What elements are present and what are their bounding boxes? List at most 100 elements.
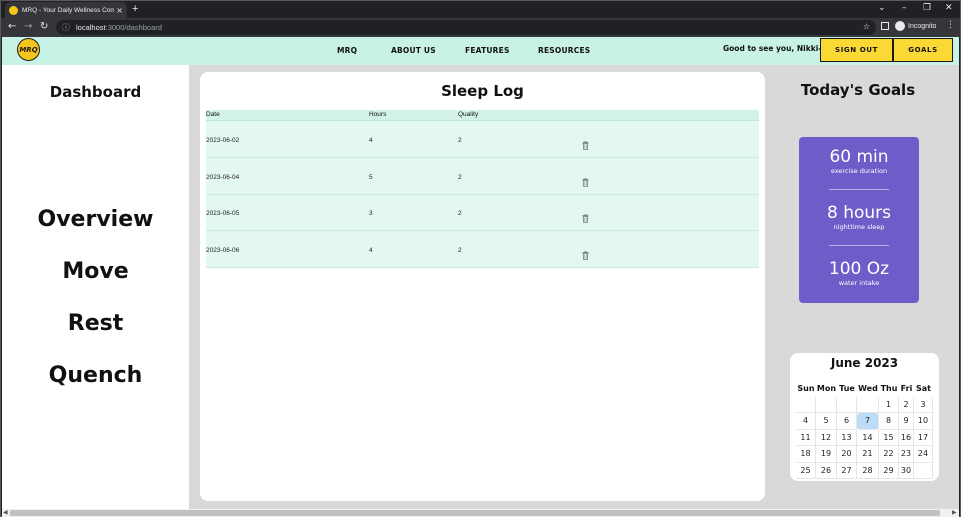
calendar-day[interactable]: 11 [796,429,816,446]
weekday-label: Fri [900,383,913,393]
calendar-day[interactable]: 6 [837,413,857,430]
restore-button[interactable]: ❐ [923,3,931,13]
calendar-day[interactable]: 25 [796,462,816,479]
calendar-day[interactable]: 9 [899,413,914,430]
calendar-day[interactable]: 24 [914,446,933,463]
reload-icon[interactable]: ↻ [40,21,48,32]
sidebar-item-rest[interactable]: Rest [2,311,189,336]
nav-link-features[interactable]: FEATURES [465,46,510,55]
calendar-day[interactable]: 19 [816,446,837,463]
forward-icon[interactable]: → [24,21,32,32]
calendar-day[interactable]: 5 [816,413,837,430]
url-host: localhost [76,23,106,32]
horizontal-scrollbar[interactable]: ◀ ▶ [2,509,959,517]
table-row: 2023-06-02 4 2 [206,122,759,158]
close-tab-icon[interactable]: × [116,6,123,15]
goal-label: water intake [838,279,880,287]
sleep-log-title: Sleep Log [441,82,524,100]
address-bar-row: ← → ↻ ⓘ localhost:3000/dashboard ☆ Incog… [1,18,960,37]
back-icon[interactable]: ← [8,21,16,32]
trash-icon[interactable] [582,172,589,187]
site-info-icon[interactable]: ⓘ [62,22,70,33]
calendar-week-row: 123 [796,396,933,413]
site-navbar: MRQ MRQ ABOUT US FEATURES RESOURCES Good… [2,37,959,65]
goal-water: 100 Oz water intake [799,259,919,287]
calendar-day[interactable]: 30 [899,462,914,479]
calendar-grid: Sun Mon Tue Wed Thu Fri Sat 1 2 3 4 5 6 7 8 9 10 11 12 13 14… [796,380,933,479]
sleep-log-card: Sleep Log Date Hours Quality 2023-06-02 4… [200,72,765,501]
goals-button[interactable]: GOALS [893,38,953,62]
trash-icon[interactable] [582,135,589,150]
tab-search-icon[interactable]: ⌄ [878,3,886,13]
incognito-label: Incognito [908,22,937,30]
url-input[interactable]: ⓘ localhost:3000/dashboard ☆ [56,20,876,35]
mrq-logo[interactable]: MRQ [17,38,40,61]
calendar-day[interactable]: 26 [816,462,837,479]
nav-link-about-us[interactable]: ABOUT US [391,46,436,55]
column-header-hours: Hours [369,111,387,118]
goals-title: Today's Goals [800,81,916,99]
calendar-day[interactable]: 16 [899,429,914,446]
calendar-title: June 2023 [830,356,899,370]
incognito-indicator[interactable]: Incognito [895,21,936,31]
calendar-day[interactable]: 27 [837,462,857,479]
table-row: 2023-06-04 5 2 [206,159,759,195]
new-tab-button[interactable]: + [132,3,138,15]
browser-tab[interactable]: MRQ - Your Daily Wellness Comp... × [5,2,127,18]
cell-date: 2023-06-05 [206,210,240,217]
calendar-day[interactable]: 20 [837,446,857,463]
sidebar-title: Dashboard [49,83,142,101]
browser-menu-icon[interactable]: ⋮ [946,20,955,30]
url-path: :3000/dashboard [105,23,162,32]
calendar-day[interactable]: 15 [879,429,899,446]
calendar-day[interactable]: 8 [879,413,899,430]
minimize-button[interactable]: – [902,3,907,13]
side-panel-icon[interactable] [881,22,889,30]
calendar-day-today[interactable]: 7 [857,413,879,430]
calendar-day[interactable]: 14 [857,429,879,446]
calendar-day[interactable]: 3 [914,396,933,413]
scroll-right-icon[interactable]: ▶ [952,509,957,516]
calendar-day[interactable]: 23 [899,446,914,463]
goal-sleep: 8 hours nighttime sleep [799,203,919,231]
favicon-icon [9,5,18,15]
calendar-day[interactable]: 29 [879,462,899,479]
sidebar-item-overview[interactable]: Overview [2,207,189,232]
tab-title: MRQ - Your Daily Wellness Comp... [22,6,115,14]
trash-icon[interactable] [582,245,589,260]
cell-hours: 3 [369,210,373,217]
column-header-quality: Quality [458,111,479,118]
calendar-day[interactable]: 22 [879,446,899,463]
goal-label: exercise duration [830,167,888,175]
calendar-day[interactable]: 2 [899,396,914,413]
goal-value: 100 Oz [828,259,890,279]
nav-link-resources[interactable]: RESOURCES [538,46,590,55]
calendar-day[interactable]: 1 [879,396,899,413]
cell-hours: 5 [369,173,373,181]
cell-hours: 4 [369,137,373,144]
bookmark-star-icon[interactable]: ☆ [863,22,870,31]
calendar-day[interactable]: 17 [914,429,933,446]
trash-icon[interactable] [582,208,589,223]
close-window-button[interactable]: ✕ [945,3,953,13]
calendar-day[interactable]: 12 [816,429,837,446]
scroll-left-icon[interactable]: ◀ [3,509,8,516]
calendar-day[interactable]: 13 [837,429,857,446]
page-viewport: MRQ MRQ ABOUT US FEATURES RESOURCES Good… [2,37,959,509]
sidebar-item-quench[interactable]: Quench [2,363,189,388]
calendar-day[interactable]: 4 [796,413,816,430]
calendar-day[interactable]: 10 [914,413,933,430]
nav-link-mrq[interactable]: MRQ [337,46,357,55]
calendar-day[interactable]: 18 [796,446,816,463]
sign-out-button[interactable]: SIGN OUT [820,38,893,62]
goal-divider [829,189,889,190]
calendar-day[interactable]: 28 [857,462,879,479]
scrollbar-thumb[interactable] [10,510,940,516]
weekday-label: Thu [880,383,898,393]
table-row: 2023-06-06 4 2 [206,232,759,268]
sidebar-item-move[interactable]: Move [2,259,189,284]
calendar-day [857,396,879,413]
calendar-day[interactable]: 21 [857,446,879,463]
goal-value: 8 hours [826,203,891,223]
weekday-label: Sun [797,383,815,393]
